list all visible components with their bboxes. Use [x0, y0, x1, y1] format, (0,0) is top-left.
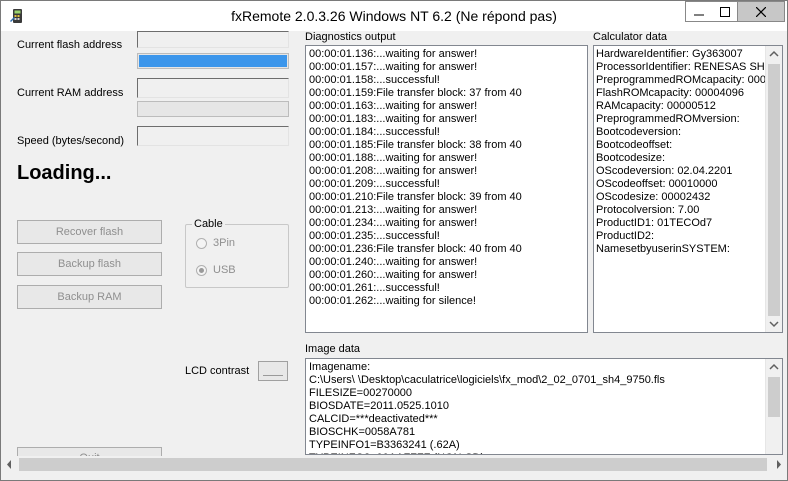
text-line: OScodesize: 00002432 — [596, 191, 711, 203]
text-line: OScodeversion: 02.04.2201 — [596, 165, 733, 177]
text-line: 00:00:01.188:...waiting for answer! — [309, 152, 478, 164]
text-line: 00:00:01.262:...waiting for silence! — [309, 295, 476, 307]
window-hscroll[interactable] — [1, 456, 787, 473]
diagnostics-label: Diagnostics output — [305, 31, 396, 43]
text-line: Bootcodesize: — [596, 152, 666, 164]
flash-progress-bar — [137, 53, 289, 69]
cable-label: Cable — [192, 218, 225, 230]
text-line: NamesetbyuserinSYSTEM: — [596, 243, 730, 255]
text-line: BIOSDATE=2011.0525.1010 — [309, 400, 449, 412]
text-line: FILESIZE=00270000 — [309, 387, 413, 399]
image-scroll-thumb[interactable] — [768, 377, 780, 417]
flash-progress-fill — [139, 55, 287, 67]
window-scroll-thumb[interactable] — [19, 458, 767, 471]
calculator-vscroll[interactable] — [765, 46, 782, 332]
text-line: Protocolversion: 7.00 — [596, 204, 700, 216]
calculator-scroll-thumb[interactable] — [768, 64, 780, 316]
scroll-right-icon[interactable] — [770, 456, 787, 473]
text-line: 00:00:01.185:File transfer block: 38 fro… — [309, 139, 522, 151]
text-line: 00:00:01.136:...waiting for answer! — [309, 48, 478, 60]
close-button[interactable] — [738, 1, 785, 22]
text-line: 00:00:01.208:...waiting for answer! — [309, 165, 478, 177]
text-line: ProductID1: 01TECOd7 — [596, 217, 713, 229]
image-data-panel[interactable]: Imagename: C:\Users\ \Desktop\caculatrice… — [305, 358, 783, 455]
calculator-data-list: HardwareIdentifier: Gy363007 ProcessorIde… — [596, 48, 773, 256]
client-area: Current flash address Current RAM addres… — [1, 31, 787, 480]
text-line: 00:00:01.159:File transfer block: 37 fro… — [309, 87, 522, 99]
app-window: fxRemote 2.0.3.26 Windows NT 6.2 (Ne rép… — [0, 0, 788, 481]
flash-address-field — [137, 31, 289, 48]
text-line: Imagename: — [309, 361, 371, 373]
recover-flash-button[interactable]: Recover flash — [17, 220, 162, 244]
text-line: 00:00:01.260:...waiting for answer! — [309, 269, 478, 281]
radio-usb-indicator — [196, 264, 207, 276]
minimize-button[interactable] — [685, 1, 713, 22]
window-title: fxRemote 2.0.3.26 Windows NT 6.2 (Ne rép… — [231, 8, 557, 24]
ram-address-label: Current RAM address — [17, 87, 124, 99]
text-line: 00:00:01.184:...successful! — [309, 126, 440, 138]
text-line: 00:00:01.158:...successful! — [309, 74, 440, 86]
minimize-icon — [694, 14, 704, 15]
scroll-down-icon[interactable] — [766, 315, 782, 332]
radio-usb[interactable]: USB — [196, 264, 236, 276]
speed-field — [137, 126, 289, 146]
backup-flash-button[interactable]: Backup flash — [17, 252, 162, 276]
text-line: 00:00:01.213:...waiting for answer! — [309, 204, 478, 216]
text-line: PreprogrammedROMversion: — [596, 113, 740, 125]
image-data-label: Image data — [305, 343, 361, 355]
text-line: 00:00:01.240:...waiting for answer! — [309, 256, 478, 268]
lcd-contrast-label: LCD contrast — [185, 365, 250, 377]
lcd-contrast-control[interactable] — [258, 361, 288, 381]
text-line: Bootcodeoffset: — [596, 139, 673, 151]
text-line: C:\Users\ \Desktop\caculatrice\logiciels… — [309, 374, 665, 386]
text-line: 00:00:01.157:...waiting for answer! — [309, 61, 478, 73]
text-line: OScodeoffset: 00010000 — [596, 178, 718, 190]
speed-label: Speed (bytes/second) — [17, 135, 125, 147]
radio-3pin[interactable]: 3Pin — [196, 237, 235, 249]
text-line: RAMcapacity: 00000512 — [596, 100, 716, 112]
text-line: 00:00:01.163:...waiting for answer! — [309, 100, 478, 112]
text-line: TYPEINFO1=B3363241 (.62A) — [309, 439, 460, 451]
close-icon — [756, 6, 766, 17]
text-line: CALCID=***deactivated*** — [309, 413, 438, 425]
maximize-icon — [719, 6, 730, 17]
calculator-data-panel[interactable]: HardwareIdentifier: Gy363007 ProcessorIde… — [593, 45, 783, 333]
text-line: FlashROMcapacity: 00004096 — [596, 87, 744, 99]
text-line: 00:00:01.261:...successful! — [309, 282, 440, 294]
text-line: 00:00:01.236:File transfer block: 40 fro… — [309, 243, 522, 255]
loading-status: Loading... — [17, 162, 112, 184]
ram-address-field — [137, 78, 289, 98]
calculator-label: Calculator data — [593, 31, 667, 43]
text-line: Bootcodeversion: — [596, 126, 681, 138]
text-line: HardwareIdentifier: Gy363007 — [596, 48, 743, 60]
text-line: 00:00:01.183:...waiting for answer! — [309, 113, 478, 125]
scroll-up-icon[interactable] — [766, 359, 782, 376]
text-line: 00:00:01.210:File transfer block: 39 fro… — [309, 191, 522, 203]
text-line: 00:00:01.235:...successful! — [309, 230, 440, 242]
scroll-up-icon[interactable] — [766, 46, 782, 63]
text-line: 00:00:01.209:...successful! — [309, 178, 440, 190]
diagnostics-list: 00:00:01.136:...waiting for answer! 00:00… — [309, 48, 584, 308]
text-line: ProcessorIdentifier: RENESAS SH7 — [596, 61, 771, 73]
text-line: BIOSCHK=0058A781 — [309, 426, 416, 438]
diagnostics-output[interactable]: 00:00:01.136:...waiting for answer! 00:00… — [305, 45, 588, 333]
cable-groupbox: Cable 3Pin USB — [185, 218, 289, 288]
scroll-left-icon[interactable] — [1, 456, 18, 473]
backup-ram-button[interactable]: Backup RAM — [17, 285, 162, 309]
text-line: TYPEINFO2=00AAFFFF (NON-SD) — [309, 452, 764, 454]
title-bar[interactable]: fxRemote 2.0.3.26 Windows NT 6.2 (Ne rép… — [1, 1, 787, 31]
text-line: PreprogrammedROMcapacity: 0000 — [596, 74, 773, 86]
image-data-list: Imagename: C:\Users\ \Desktop\caculatrice… — [309, 361, 764, 454]
radio-3pin-indicator — [196, 237, 207, 249]
ram-progress-bar — [137, 101, 289, 117]
flash-address-label: Current flash address — [17, 39, 123, 51]
text-line: 00:00:01.234:...waiting for answer! — [309, 217, 478, 229]
radio-3pin-label: 3Pin — [213, 237, 236, 249]
text-line: ProductID2: — [596, 230, 655, 242]
maximize-button[interactable] — [712, 1, 738, 22]
image-vscroll[interactable] — [765, 359, 782, 454]
radio-usb-label: USB — [213, 264, 236, 276]
